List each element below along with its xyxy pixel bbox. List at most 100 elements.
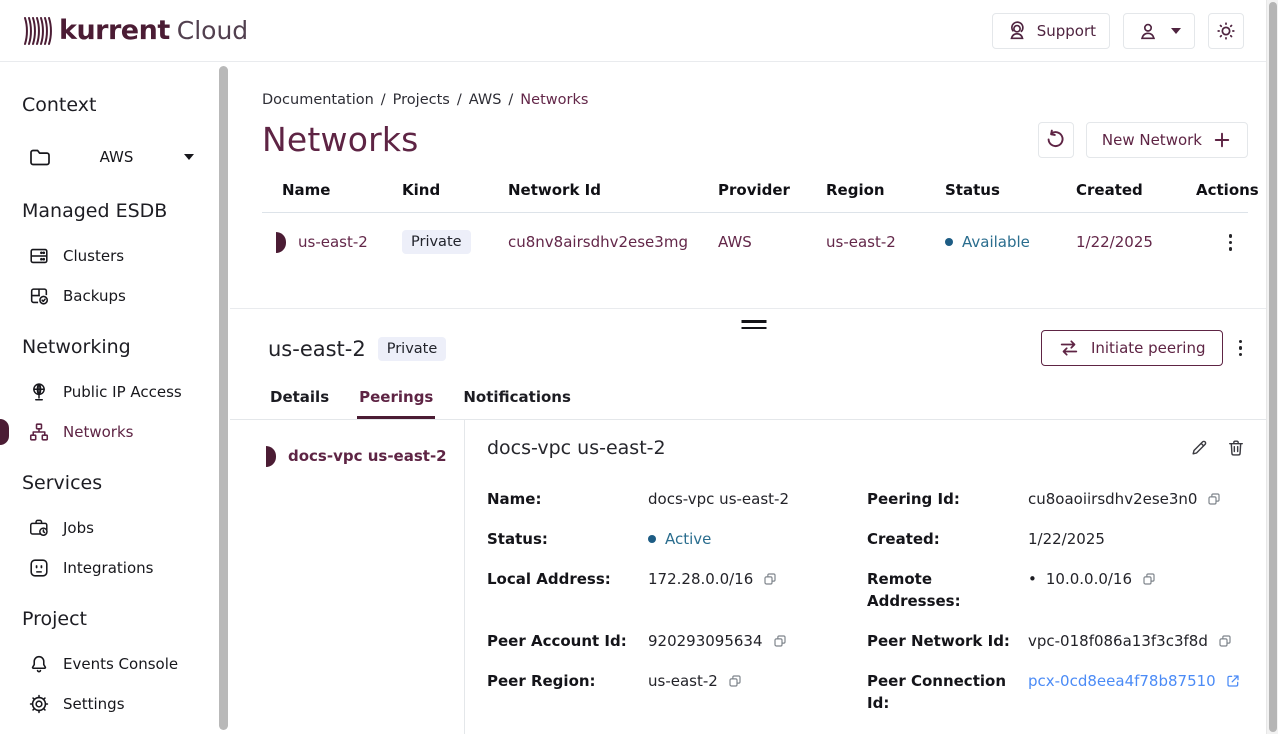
support-label: Support bbox=[1037, 22, 1096, 40]
sidebar-heading-managed-esdb: Managed ESDB bbox=[22, 200, 218, 222]
sidebar-item-label: Settings bbox=[63, 695, 125, 713]
field-value: Active bbox=[665, 528, 711, 550]
breadcrumb-projects[interactable]: Projects bbox=[393, 92, 450, 108]
sidebar-heading-project: Project bbox=[22, 608, 218, 630]
peering-list-item[interactable]: docs-vpc us-east-2 bbox=[230, 444, 464, 468]
peer-connection-link[interactable]: pcx-0cd8eea4f78b87510 bbox=[1028, 670, 1216, 692]
peering-detail: docs-vpc us-east-2 bbox=[465, 420, 1278, 734]
table-header-row: Name Kind Network Id Provider Region Sta… bbox=[262, 181, 1248, 213]
breadcrumb-separator: / bbox=[457, 92, 462, 108]
sidebar-item-settings[interactable]: Settings bbox=[22, 692, 218, 716]
sidebar-item-events-console[interactable]: Events Console bbox=[22, 652, 218, 676]
new-network-button[interactable]: New Network bbox=[1086, 122, 1248, 158]
initiate-peering-label: Initiate peering bbox=[1091, 339, 1206, 357]
page-title: Networks bbox=[262, 120, 419, 159]
external-link-button[interactable] bbox=[1225, 673, 1241, 689]
copy-icon bbox=[1141, 571, 1157, 587]
sidebar-heading-context: Context bbox=[22, 94, 218, 116]
copy-button[interactable] bbox=[1141, 571, 1157, 587]
tab-peerings[interactable]: Peerings bbox=[357, 382, 435, 419]
field-value: vpc-018f086a13f3c3f8d bbox=[1028, 630, 1208, 652]
main-content: Documentation / Projects / AWS / Network… bbox=[230, 62, 1278, 734]
user-icon bbox=[1137, 20, 1159, 42]
sidebar-item-public-ip-access[interactable]: Public IP Access bbox=[22, 380, 218, 404]
field-value: cu8oaoiirsdhv2ese3n0 bbox=[1028, 488, 1197, 510]
copy-button[interactable] bbox=[772, 633, 788, 649]
delete-peering-button[interactable] bbox=[1224, 436, 1248, 460]
breadcrumb-aws[interactable]: AWS bbox=[469, 92, 502, 108]
trash-icon bbox=[1226, 438, 1246, 458]
copy-button[interactable] bbox=[1217, 633, 1233, 649]
gear-icon bbox=[28, 693, 50, 715]
refresh-button[interactable] bbox=[1038, 122, 1074, 158]
table-row[interactable]: us-east-2 Private cu8nv8airsdhv2ese3mg A… bbox=[262, 213, 1248, 255]
breadcrumb-documentation[interactable]: Documentation bbox=[262, 92, 374, 108]
copy-icon bbox=[772, 633, 788, 649]
tab-details[interactable]: Details bbox=[268, 382, 331, 419]
chevron-down-icon bbox=[1171, 28, 1181, 34]
brand-logo[interactable]: kurrent Cloud bbox=[22, 15, 248, 47]
breadcrumb-separator: / bbox=[508, 92, 513, 108]
network-id: cu8nv8airsdhv2ese3mg bbox=[508, 233, 718, 251]
status-dot bbox=[648, 535, 656, 543]
field-label: Peer Connection Id: bbox=[867, 670, 1028, 714]
chevron-down-icon bbox=[184, 154, 194, 160]
kind-badge: Private bbox=[402, 230, 471, 254]
sidebar: Context AWS Managed ESDB Clusters bbox=[0, 62, 230, 734]
provider: AWS bbox=[718, 233, 826, 251]
sidebar-item-label: Integrations bbox=[63, 559, 153, 577]
col-provider: Provider bbox=[718, 181, 826, 199]
sidebar-item-label: Public IP Access bbox=[63, 383, 182, 401]
field-value: 1/22/2025 bbox=[1028, 528, 1105, 550]
copy-button[interactable] bbox=[762, 571, 778, 587]
sidebar-item-networks[interactable]: Networks bbox=[22, 420, 218, 444]
panel-drag-handle[interactable] bbox=[738, 318, 771, 331]
panel-actions-button[interactable] bbox=[1233, 336, 1249, 361]
field-label: Created: bbox=[867, 528, 1028, 550]
sidebar-item-integrations[interactable]: Integrations bbox=[22, 556, 218, 580]
field-label: Remote Addresses: bbox=[867, 568, 1028, 612]
sidebar-item-clusters[interactable]: Clusters bbox=[22, 244, 218, 268]
peering-list: docs-vpc us-east-2 bbox=[230, 420, 465, 734]
context-selector[interactable]: AWS bbox=[22, 142, 194, 172]
copy-button[interactable] bbox=[727, 673, 743, 689]
field-label: Peer Region: bbox=[487, 670, 648, 692]
brand-name: kurrent bbox=[59, 15, 170, 46]
initiate-peering-button[interactable]: Initiate peering bbox=[1041, 330, 1223, 366]
peering-title: docs-vpc us-east-2 bbox=[487, 437, 666, 459]
new-network-label: New Network bbox=[1102, 131, 1202, 149]
jobs-icon bbox=[28, 517, 50, 539]
tab-notifications[interactable]: Notifications bbox=[461, 382, 573, 419]
plus-icon bbox=[1212, 130, 1232, 150]
edit-peering-button[interactable] bbox=[1187, 436, 1211, 460]
sidebar-item-label: Jobs bbox=[63, 519, 94, 537]
kurrent-wave-icon bbox=[22, 15, 52, 47]
sidebar-scrollbar[interactable] bbox=[219, 66, 228, 730]
window-scrollbar[interactable] bbox=[1266, 0, 1278, 734]
scrollbar-thumb[interactable] bbox=[1269, 2, 1277, 732]
col-kind: Kind bbox=[402, 181, 508, 199]
copy-button[interactable] bbox=[1206, 491, 1222, 507]
peering-item-label: docs-vpc us-east-2 bbox=[288, 447, 447, 465]
network-name: us-east-2 bbox=[298, 233, 368, 251]
list-bullet: • bbox=[1028, 568, 1037, 590]
field-label: Status: bbox=[487, 528, 648, 550]
user-menu-button[interactable] bbox=[1123, 13, 1195, 49]
breadcrumb-current: Networks bbox=[520, 92, 588, 108]
context-value: AWS bbox=[100, 148, 134, 166]
theme-toggle-button[interactable] bbox=[1208, 13, 1244, 49]
status-text: Available bbox=[962, 233, 1030, 251]
bell-icon bbox=[28, 653, 50, 675]
copy-icon bbox=[1206, 491, 1222, 507]
support-button[interactable]: Support bbox=[992, 13, 1110, 49]
row-actions-button[interactable] bbox=[1223, 230, 1239, 255]
sidebar-item-jobs[interactable]: Jobs bbox=[22, 516, 218, 540]
swap-arrows-icon bbox=[1058, 337, 1080, 359]
selected-peering-indicator bbox=[266, 446, 276, 467]
col-actions: Actions bbox=[1196, 181, 1269, 199]
copy-icon bbox=[727, 673, 743, 689]
field-value: 920293095634 bbox=[648, 630, 763, 652]
sidebar-item-backups[interactable]: Backups bbox=[22, 284, 218, 308]
pencil-icon bbox=[1189, 438, 1209, 458]
field-value: us-east-2 bbox=[648, 670, 718, 692]
